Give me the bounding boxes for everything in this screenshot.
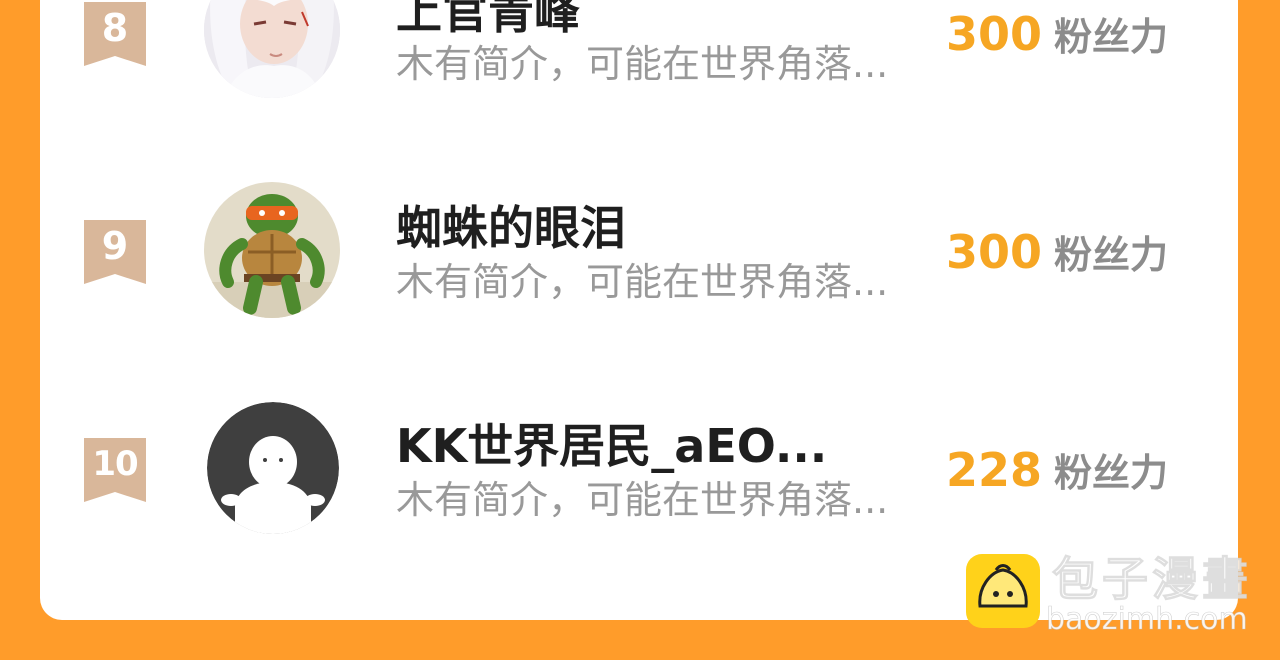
user-intro: 木有简介，可能在世界角落... [396, 260, 889, 304]
fans-number: 300 [946, 225, 1043, 279]
avatar[interactable] [204, 0, 340, 98]
fans-unit: 粉丝力 [1054, 15, 1169, 59]
user-name[interactable]: 上官青峰 [396, 0, 580, 40]
ranking-row[interactable]: 9 蜘蛛的眼泪 木有简介，可能在世界角落... 300 粉丝力 [40, 178, 1238, 318]
fans-unit: 粉丝力 [1054, 233, 1169, 277]
user-intro: 木有简介，可能在世界角落... [396, 478, 889, 522]
watermark: 包子漫畫 baozimh.com [966, 552, 1266, 642]
avatar[interactable] [204, 182, 340, 318]
rank-badge: 9 [84, 220, 146, 284]
ranking-row[interactable]: 8 上官青峰 木有简介，可能在世界角落... 300 粉丝力 [40, 0, 1238, 100]
ninja-turtle-figure-avatar [204, 182, 340, 318]
fans-number: 228 [946, 443, 1043, 497]
fans-count: 228 粉丝力 [946, 442, 1168, 509]
user-name[interactable]: KK世界居民_aEO... [396, 418, 827, 474]
rank-number: 8 [101, 6, 129, 50]
ranking-row[interactable]: 10 KK世界居民_aEO... 木有简介，可能在世界角落... 228 粉丝力 [40, 396, 1238, 536]
fans-number: 300 [946, 7, 1043, 61]
avatar[interactable] [207, 402, 339, 534]
watermark-url: baozimh.com [1046, 602, 1248, 638]
rank-badge: 10 [84, 438, 146, 502]
rank-number: 10 [92, 444, 138, 484]
watermark-title: 包子漫畫 [1052, 552, 1252, 607]
fans-count: 300 粉丝力 [946, 224, 1168, 291]
user-name[interactable]: 蜘蛛的眼泪 [396, 200, 626, 256]
white-haired-character-avatar [204, 0, 340, 98]
fans-unit: 粉丝力 [1054, 451, 1169, 495]
default-user-avatar [207, 402, 339, 534]
ranking-card: 8 上官青峰 木有简介，可能在世界角落... 300 粉丝力 9 蜘蛛的眼泪 木… [40, 0, 1238, 620]
bun-face-logo [966, 554, 1040, 628]
rank-badge: 8 [84, 2, 146, 66]
fans-count: 300 粉丝力 [946, 6, 1168, 73]
rank-number: 9 [101, 224, 129, 268]
bun-icon [978, 564, 1028, 608]
user-intro: 木有简介，可能在世界角落... [396, 42, 889, 86]
